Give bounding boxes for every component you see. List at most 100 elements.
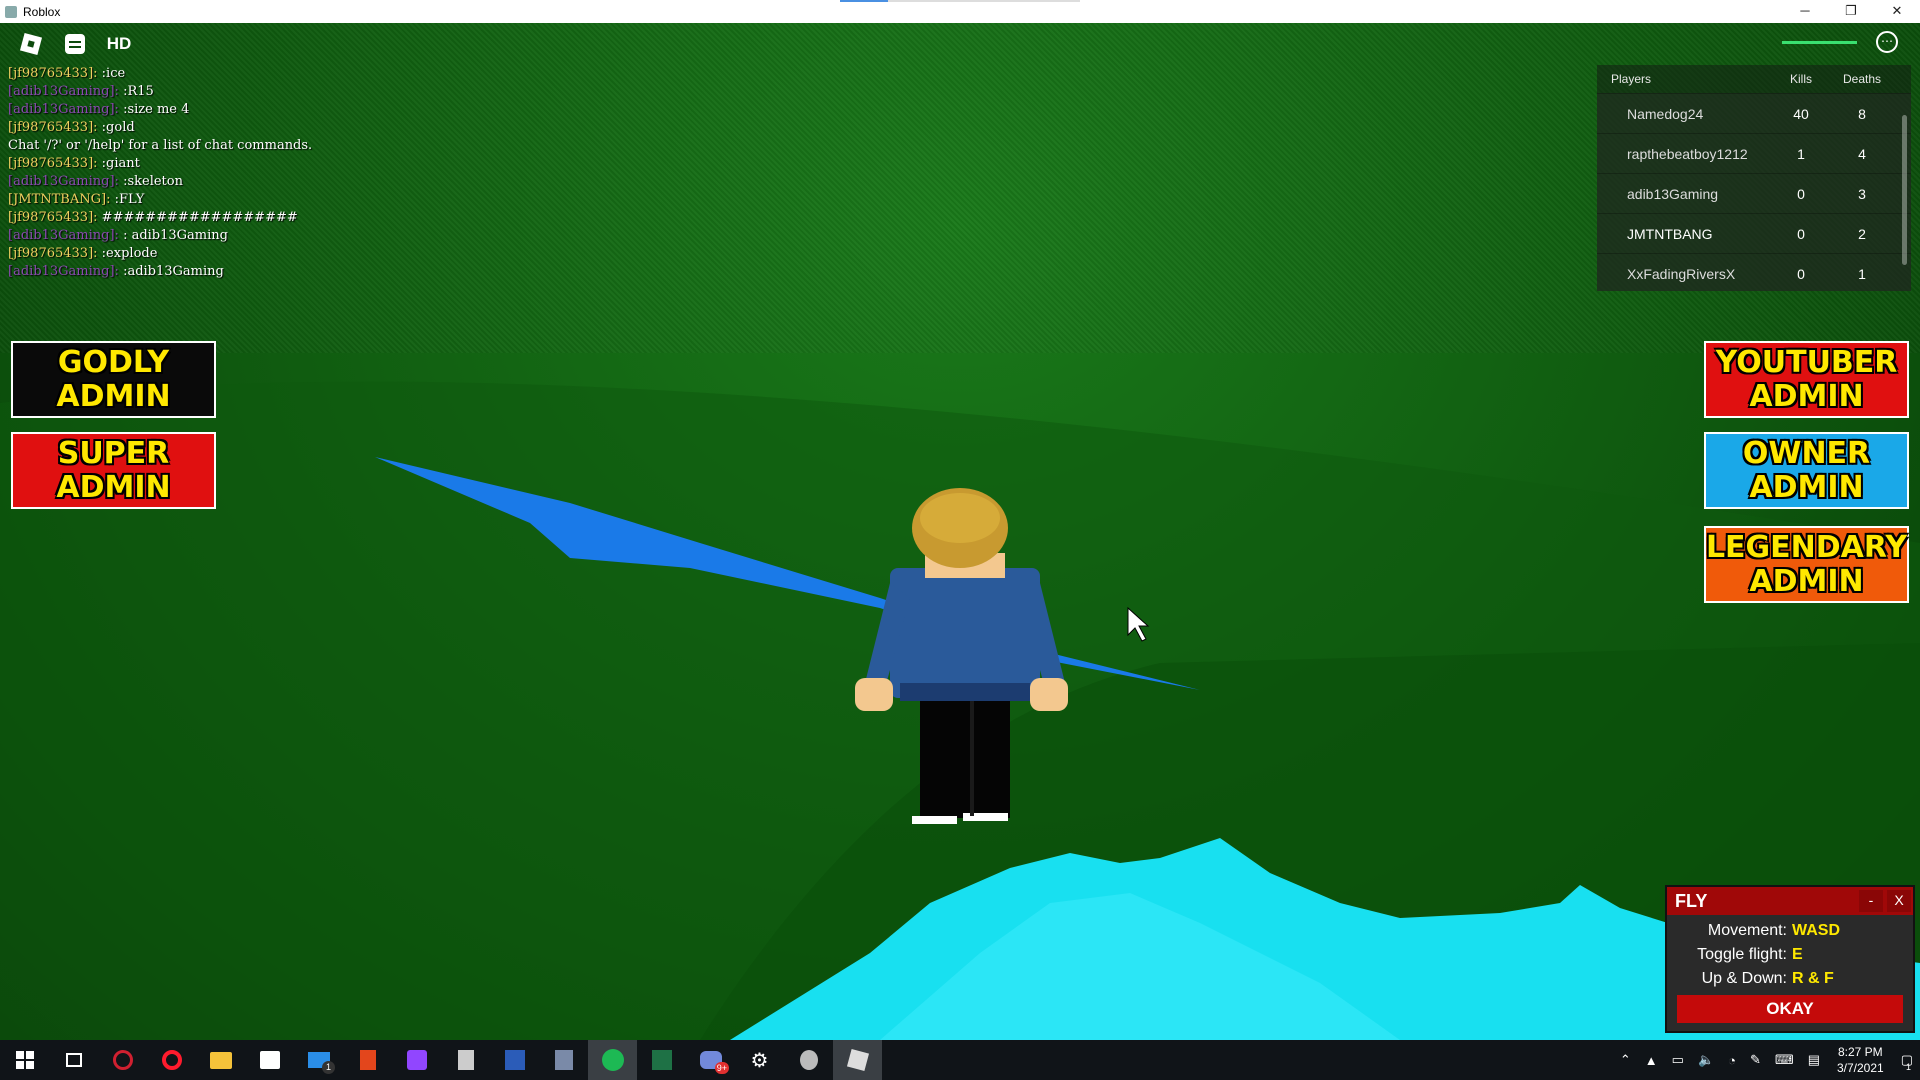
leaderboard-scrollbar[interactable] — [1902, 115, 1907, 265]
notification-badge: 1 — [1905, 1062, 1911, 1072]
godly-admin-button[interactable]: GODLY ADMIN — [11, 341, 216, 418]
fly-toggle-row: Toggle flight: E — [1697, 946, 1803, 963]
store-icon[interactable] — [245, 1040, 294, 1080]
volume-icon[interactable]: 🔈 — [1691, 1052, 1721, 1068]
chat-message: [adib13Gaming]: :adib13Gaming — [8, 263, 312, 281]
leaderboard: Players Kills Deaths Namedog24 40 8 raptheb… — [1597, 65, 1911, 291]
player-name: Namedog24 — [1627, 105, 1704, 122]
leaderboard-row[interactable]: JMTNTBANG 0 2 — [1597, 213, 1911, 253]
discord-icon[interactable]: 9+ — [686, 1040, 735, 1080]
spotify-icon[interactable] — [588, 1040, 637, 1080]
discord-badge: 9+ — [714, 1062, 729, 1074]
chat-username[interactable]: [jf98765433]: — [8, 246, 98, 261]
players-header: Players — [1611, 72, 1652, 86]
chat-text: ################## — [97, 210, 298, 225]
settings-icon[interactable]: ⚙ — [735, 1040, 784, 1080]
tray-overflow-icon[interactable]: ⌃ — [1613, 1052, 1638, 1068]
roblox-app-icon — [5, 5, 17, 18]
game-viewport[interactable]: HD ⋯ [jf98765433]: :ice [adib13Gaming]: :… — [0, 23, 1920, 1040]
calculator-icon[interactable] — [441, 1040, 490, 1080]
chat-toggle-icon[interactable] — [62, 31, 88, 57]
more-options-icon[interactable]: ⋯ — [1876, 31, 1898, 53]
chat-text: :adib13Gaming — [118, 264, 224, 279]
player-kills: 0 — [1797, 185, 1805, 202]
word-icon[interactable] — [490, 1040, 539, 1080]
player-name: XxFadingRiversX — [1627, 265, 1736, 282]
chat-username[interactable]: [jf98765433]: — [8, 66, 98, 81]
chat-username[interactable]: [jf98765433]: — [8, 120, 98, 135]
minimize-button[interactable]: ─ — [1782, 0, 1828, 23]
leaderboard-row[interactable]: Namedog24 40 8 — [1597, 93, 1911, 133]
chat-username[interactable]: [adib13Gaming]: — [8, 228, 119, 243]
chat-username[interactable]: [jf98765433]: — [8, 210, 98, 225]
health-bar — [1782, 41, 1857, 44]
mail-badge: 1 — [322, 1061, 335, 1074]
google-drive-icon[interactable]: ▲ — [1638, 1053, 1665, 1068]
mail-icon[interactable]: 1 — [294, 1040, 343, 1080]
chat-text: :R15 — [118, 84, 154, 99]
chat-username[interactable]: [adib13Gaming]: — [8, 102, 119, 117]
player-deaths: 1 — [1858, 265, 1866, 282]
battery-icon[interactable]: ▭ — [1665, 1052, 1691, 1068]
avatar-shoe-left — [912, 816, 957, 824]
pen-icon[interactable]: ✎ — [1743, 1052, 1768, 1068]
fly-minimize-button[interactable]: - — [1859, 890, 1883, 912]
chat-text: :giant — [97, 156, 140, 171]
hd-button[interactable]: HD — [106, 31, 132, 57]
player-deaths: 2 — [1858, 225, 1866, 242]
twitch-icon[interactable] — [392, 1040, 441, 1080]
player-kills: 40 — [1793, 105, 1809, 122]
owner-admin-button[interactable]: OWNER ADMIN — [1704, 432, 1909, 509]
close-button[interactable]: ✕ — [1874, 0, 1920, 23]
windows-taskbar: 1 9+ ⚙ ⌃ ▲ ▭ 🔈 ◔ ✎ ⌨ ▤ 8:27 PM 3/7/2021 … — [0, 1040, 1920, 1080]
chat-username[interactable]: [adib13Gaming]: — [8, 264, 119, 279]
leaderboard-row[interactable]: XxFadingRiversX 0 1 — [1597, 253, 1911, 291]
fly-okay-button[interactable]: OKAY — [1677, 995, 1903, 1023]
chat-message: [adib13Gaming]: :size me 4 — [8, 101, 312, 119]
player-name: rapthebeatboy1212 — [1627, 145, 1748, 162]
legendary-admin-button[interactable]: LEGENDARY ADMIN — [1704, 526, 1909, 603]
task-view-icon[interactable] — [49, 1040, 98, 1080]
chat-message: [jf98765433]: :giant — [8, 155, 312, 173]
chat-username[interactable]: [adib13Gaming]: — [8, 84, 119, 99]
chat-text: : adib13Gaming — [118, 228, 228, 243]
roblox-menu-icon[interactable] — [18, 31, 44, 57]
windows-start-icon[interactable] — [0, 1040, 49, 1080]
leaderboard-row[interactable]: rapthebeatboy1212 1 4 — [1597, 133, 1911, 173]
keyboard-icon[interactable]: ⌨ — [1768, 1052, 1801, 1068]
chat-message: [adib13Gaming]: : adib13Gaming — [8, 227, 312, 245]
fly-close-button[interactable]: X — [1887, 890, 1911, 912]
avatar-torso — [890, 568, 1040, 698]
player-kills: 1 — [1797, 145, 1805, 162]
chat-username[interactable]: [adib13Gaming]: — [8, 174, 119, 189]
window-title: Roblox — [23, 4, 61, 19]
chat-username[interactable]: [jf98765433]: — [8, 156, 98, 171]
chat-message: [jf98765433]: ################## — [8, 209, 312, 227]
super-admin-button[interactable]: SUPER ADMIN — [11, 432, 216, 509]
chat-text: :ice — [97, 66, 126, 81]
notifications-icon[interactable]: ▢ 1 — [1894, 1052, 1920, 1072]
clock[interactable]: 8:27 PM 3/7/2021 — [1827, 1044, 1894, 1076]
network-icon[interactable]: ◔ — [1721, 1053, 1743, 1068]
deaths-header: Deaths — [1842, 72, 1882, 86]
opera-icon[interactable] — [147, 1040, 196, 1080]
player-kills: 0 — [1797, 265, 1805, 282]
restore-button[interactable]: ❐ — [1828, 0, 1874, 23]
opera-gx-icon[interactable] — [98, 1040, 147, 1080]
file-explorer-icon[interactable] — [196, 1040, 245, 1080]
leaderboard-row[interactable]: adib13Gaming 0 3 — [1597, 173, 1911, 213]
player-name: JMTNTBANG — [1627, 225, 1713, 242]
window-titlebar: Roblox ─ ❐ ✕ — [0, 0, 1920, 23]
language-icon[interactable]: ▤ — [1801, 1052, 1827, 1068]
avatar-hand-right — [1030, 678, 1068, 711]
office-icon[interactable] — [343, 1040, 392, 1080]
excel-icon[interactable] — [637, 1040, 686, 1080]
avatar-shoe-right — [963, 813, 1008, 821]
chat-text: :FLY — [110, 192, 145, 207]
snipping-icon[interactable] — [539, 1040, 588, 1080]
chat-message: [jf98765433]: :gold — [8, 119, 312, 137]
chat-username[interactable]: [JMTNTBANG]: — [8, 192, 110, 207]
roblox-player-icon[interactable] — [784, 1040, 833, 1080]
youtuber-admin-button[interactable]: YOUTUBER ADMIN — [1704, 341, 1909, 418]
roblox-icon[interactable] — [833, 1040, 882, 1080]
